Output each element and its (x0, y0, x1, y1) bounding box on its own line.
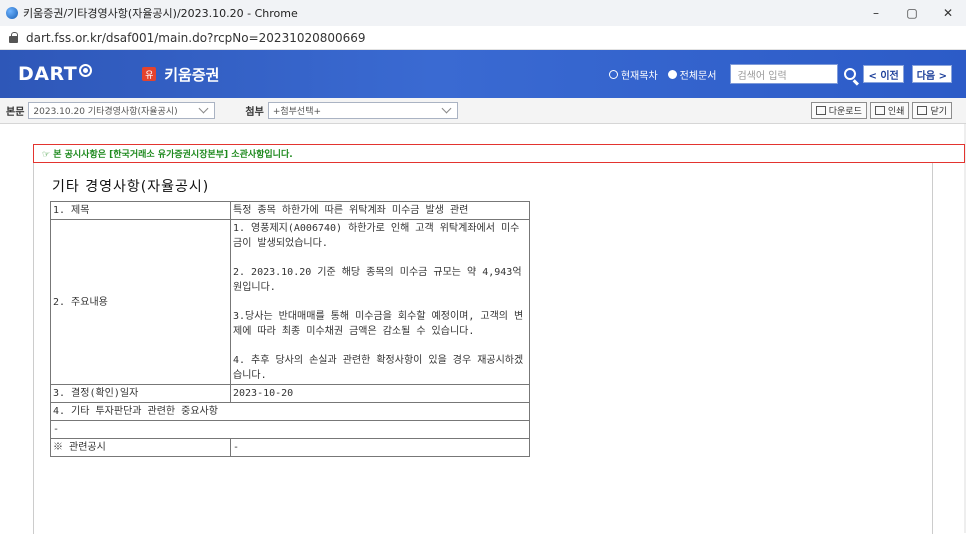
table-row: 3. 결정(확인)일자 2023-10-20 (50, 384, 530, 403)
print-label: 인쇄 (887, 107, 905, 117)
attach-label: 첨부 (245, 107, 264, 118)
close-doc-icon (917, 106, 928, 115)
chevron-down-icon (198, 103, 209, 114)
maximize-button[interactable]: ▢ (894, 0, 930, 26)
row-value: - (50, 420, 530, 439)
row-label: ※ 관련공시 (50, 438, 231, 457)
radio-full-document[interactable]: 전체문서 (667, 67, 717, 82)
content-paragraph: 4. 추후 당사의 손실과 관련한 확정사항이 있을 경우 재공시하겠습니다. (233, 355, 524, 381)
prev-button[interactable]: < 이전 (863, 65, 904, 83)
search-button[interactable] (840, 64, 860, 84)
row-value: 2023-10-20 (230, 384, 530, 403)
document-viewer: ☞ 본 공시사항은 [한국거래소 유가증권시장본부] 소관사항입니다. 기타 경… (0, 124, 966, 534)
download-label: 다운로드 (828, 107, 862, 117)
document-title: 기타 경영사항(자율공시) (52, 179, 210, 195)
row-label: 3. 결정(확인)일자 (50, 384, 231, 403)
table-row: ※ 관련공시 - (50, 438, 530, 457)
minimize-button[interactable]: – (858, 0, 894, 26)
lock-icon (9, 32, 18, 43)
window-title: 키움증권/기타경영사항(자율공시)/2023.10.20 - Chrome (23, 7, 298, 20)
company-market-badge: 유 (142, 67, 157, 81)
close-window-button[interactable]: ✕ (930, 0, 966, 26)
table-row: - (50, 420, 530, 439)
row-label: 2. 주요내용 (50, 219, 231, 385)
header-controls: 현재목차 전체문서 검색어 입력 < 이전 다음 > (608, 50, 952, 98)
attach-select-value: +첨부선택+ (272, 107, 322, 117)
radio-current-section[interactable]: 현재목차 (608, 67, 658, 82)
address-bar[interactable]: dart.fss.or.kr/dsaf001/main.do?rcpNo=202… (0, 26, 966, 50)
content-paragraph: 1. 영풍제지(A006740) 하한가로 인해 고객 위탁계좌에서 미수금이 … (233, 223, 520, 249)
chevron-down-icon (441, 103, 452, 114)
close-label: 닫기 (930, 107, 947, 117)
row-label: 4. 기타 투자판단과 관련한 중요사항 (50, 402, 530, 421)
download-icon (815, 106, 826, 115)
radio-empty-icon (608, 69, 618, 79)
table-row: 2. 주요내용 1. 영풍제지(A006740) 하한가로 인해 고객 위탁계좌… (50, 219, 530, 385)
print-button[interactable]: 인쇄 (869, 102, 910, 119)
dart-logo-mark-icon (79, 63, 93, 77)
document-toolbar: 본문 2023.10.20 기타경영사항(자율공시) 첨부 +첨부선택+ 다운로… (0, 98, 966, 124)
window-titlebar: 키움증권/기타경영사항(자율공시)/2023.10.20 - Chrome – … (0, 0, 966, 26)
row-value: 특정 종목 하한가에 따른 위탁계좌 미수금 발생 관련 (230, 201, 530, 220)
dart-logo-text: DART (18, 63, 78, 85)
search-icon (844, 68, 857, 80)
dart-header: DART 유 키움증권 현재목차 전체문서 검색어 입력 < 이전 다음 > (0, 50, 966, 98)
radio-all-label: 전체문서 (679, 70, 717, 82)
table-row: 1. 제목 특정 종목 하한가에 따른 위탁계좌 미수금 발생 관련 (50, 201, 530, 220)
company-name: 키움증권 (164, 65, 220, 84)
download-button[interactable]: 다운로드 (810, 102, 867, 119)
print-icon (874, 106, 885, 115)
next-button[interactable]: 다음 > (911, 65, 952, 83)
row-value: - (230, 438, 530, 457)
window-controls: – ▢ ✕ (858, 0, 966, 26)
attach-select[interactable]: +첨부선택+ (267, 102, 458, 119)
radio-filled-icon (667, 69, 677, 79)
body-select[interactable]: 2023.10.20 기타경영사항(자율공시) (28, 102, 216, 119)
radio-current-label: 현재목차 (620, 70, 658, 82)
content-paragraph: 3.당사는 반대매매를 통해 미수금을 회수할 예정이며, 고객의 변제에 따라… (233, 311, 524, 337)
dart-logo[interactable]: DART (18, 63, 93, 85)
disclosure-table: 1. 제목 특정 종목 하한가에 따른 위탁계좌 미수금 발생 관련 2. 주요… (50, 201, 530, 457)
body-select-value: 2023.10.20 기타경영사항(자율공시) (33, 107, 178, 117)
table-row: 4. 기타 투자판단과 관련한 중요사항 (50, 402, 530, 421)
jurisdiction-notice: ☞ 본 공시사항은 [한국거래소 유가증권시장본부] 소관사항입니다. (33, 144, 965, 163)
content-paragraph: 2. 2023.10.20 기준 해당 종목의 미수금 규모는 약 4,943억… (233, 267, 522, 293)
body-label: 본문 (6, 107, 25, 118)
row-label: 1. 제목 (50, 201, 231, 220)
close-doc-button[interactable]: 닫기 (912, 102, 952, 119)
url-text[interactable]: dart.fss.or.kr/dsaf001/main.do?rcpNo=202… (26, 31, 366, 45)
chrome-favicon-icon (6, 7, 18, 19)
row-value: 1. 영풍제지(A006740) 하한가로 인해 고객 위탁계좌에서 미수금이 … (230, 219, 530, 385)
toolbar-actions: 다운로드 인쇄 닫기 (808, 102, 952, 119)
search-input[interactable]: 검색어 입력 (730, 64, 839, 84)
